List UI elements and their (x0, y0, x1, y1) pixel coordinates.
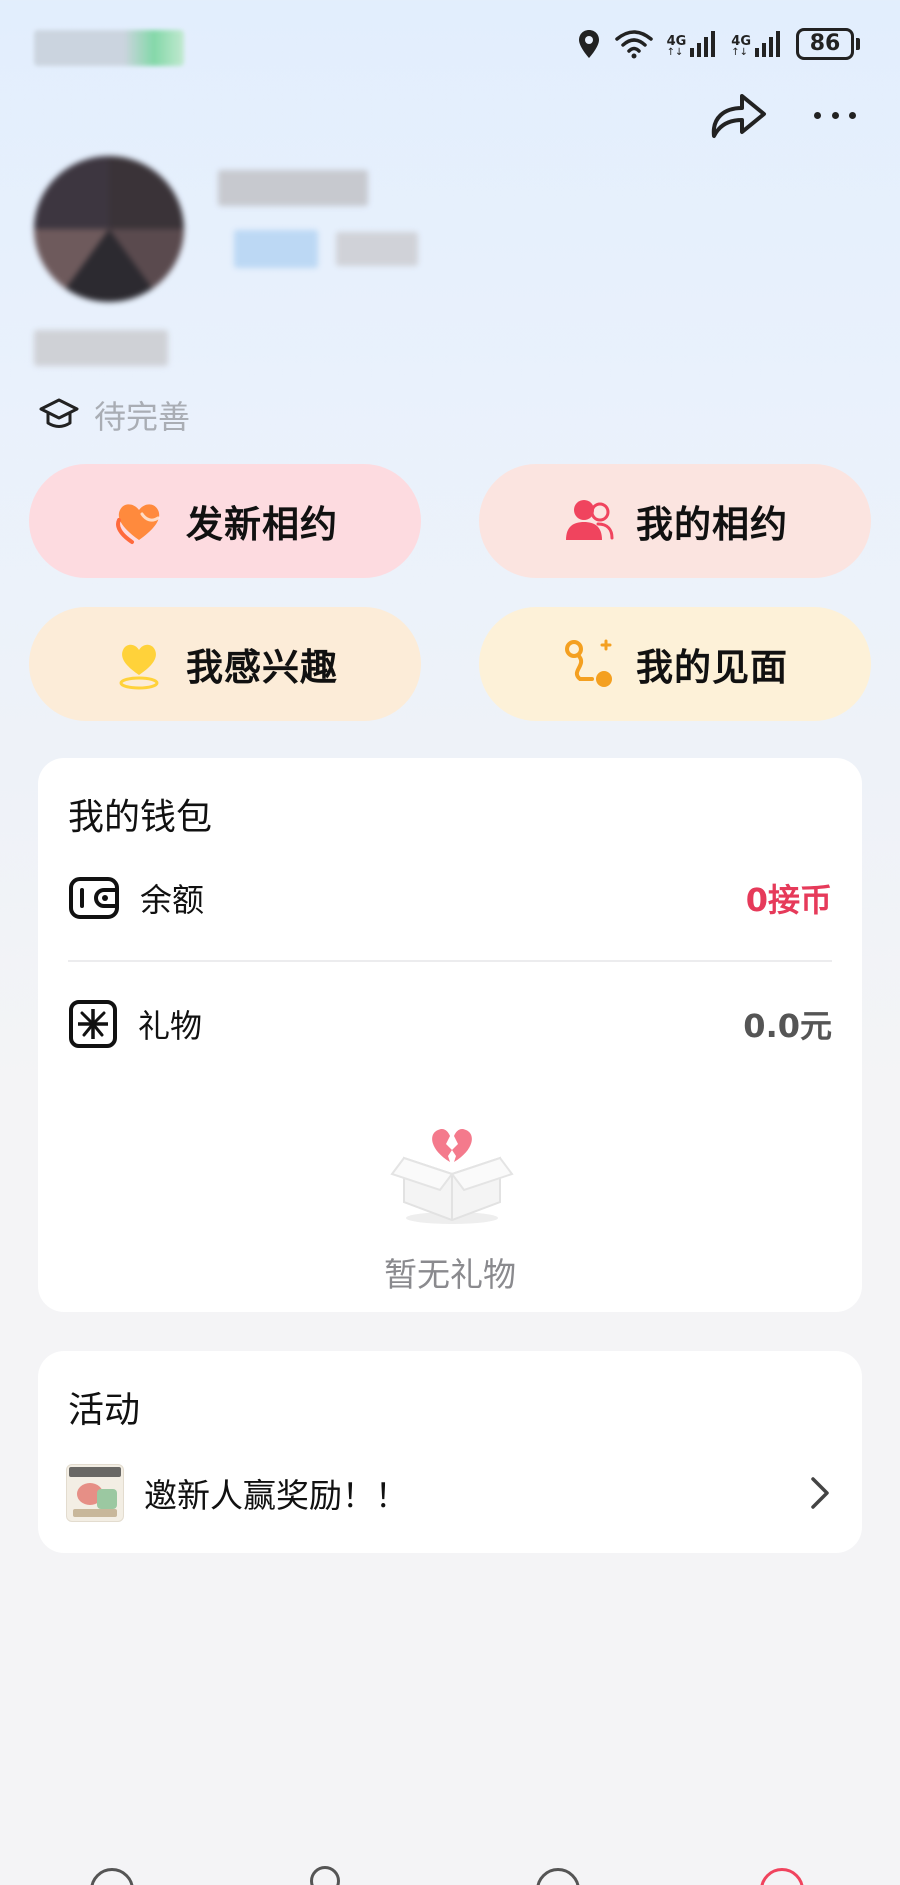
user-tag-blurred-2 (336, 232, 418, 266)
user-info-blurred (34, 330, 168, 366)
battery-icon: 86 (796, 28, 860, 60)
battery-level: 86 (796, 28, 854, 60)
gift-icon (69, 1000, 117, 1048)
route-icon (562, 637, 616, 691)
activity-thumbnail (66, 1464, 124, 1522)
my-meetings-button[interactable]: 我的见面 (479, 607, 871, 721)
divider (68, 960, 832, 962)
education-row[interactable]: 待完善 (38, 392, 190, 438)
empty-gift-text: 暂无礼物 (384, 1255, 516, 1294)
activity-title: 活动 (68, 1390, 141, 1431)
activity-card: 活动 邀新人赢奖励！！ (38, 1351, 862, 1553)
gift-row[interactable]: 礼物 0.0元 (68, 994, 832, 1054)
heart-hand-icon (112, 494, 166, 548)
my-meetings-label: 我的见面 (636, 646, 788, 689)
wallet-icon (69, 877, 119, 919)
graduation-cap-icon (39, 398, 79, 428)
education-label: 待完善 (94, 398, 191, 436)
new-date-button[interactable]: 发新相约 (29, 464, 421, 578)
status-bar: 4G ↑↓ 4G ↑↓ 86 (0, 0, 900, 96)
balance-value: 0接币 (745, 881, 832, 919)
empty-gift-box-icon (390, 1128, 514, 1224)
share-button[interactable] (708, 88, 768, 144)
signal-icon-2: 4G ↑↓ (731, 30, 782, 58)
balance-row[interactable]: 余额 0接币 (68, 868, 832, 928)
nav-profile-icon[interactable] (760, 1868, 804, 1885)
balance-label: 余额 (140, 881, 205, 919)
avatar[interactable] (34, 156, 184, 302)
user-tag-blurred (234, 230, 318, 268)
nav-message-icon[interactable] (536, 1868, 580, 1885)
invite-activity-item[interactable]: 邀新人赢奖励！！ (66, 1461, 832, 1525)
interested-button[interactable]: 我感兴趣 (29, 607, 421, 721)
heart-pin-icon (112, 637, 166, 691)
wallet-card: 我的钱包 余额 0接币 礼物 0.0元 暂无礼物 (38, 758, 862, 1312)
people-icon (562, 494, 616, 548)
wallet-title: 我的钱包 (68, 797, 213, 838)
signal-icon: 4G ↑↓ (667, 30, 718, 58)
new-date-label: 发新相约 (186, 503, 338, 546)
more-icon (814, 111, 821, 119)
status-icons: 4G ↑↓ 4G ↑↓ 86 (577, 28, 860, 60)
my-dates-label: 我的相约 (636, 503, 788, 546)
bottom-nav-peek (0, 1860, 900, 1885)
status-time-blurred (34, 30, 184, 66)
share-icon (711, 94, 766, 138)
nav-discover-icon[interactable] (310, 1866, 340, 1885)
username-blurred (218, 170, 368, 206)
chevron-right-icon (811, 1477, 829, 1509)
gift-label: 礼物 (138, 1007, 203, 1045)
interested-label: 我感兴趣 (186, 646, 338, 689)
gift-value: 0.0元 (743, 1007, 832, 1045)
location-icon (578, 30, 599, 58)
more-button[interactable] (808, 95, 862, 135)
my-dates-button[interactable]: 我的相约 (479, 464, 871, 578)
activity-item-label: 邀新人赢奖励！！ (144, 1476, 408, 1515)
wifi-icon (614, 30, 653, 59)
nav-home-icon[interactable] (90, 1868, 134, 1885)
